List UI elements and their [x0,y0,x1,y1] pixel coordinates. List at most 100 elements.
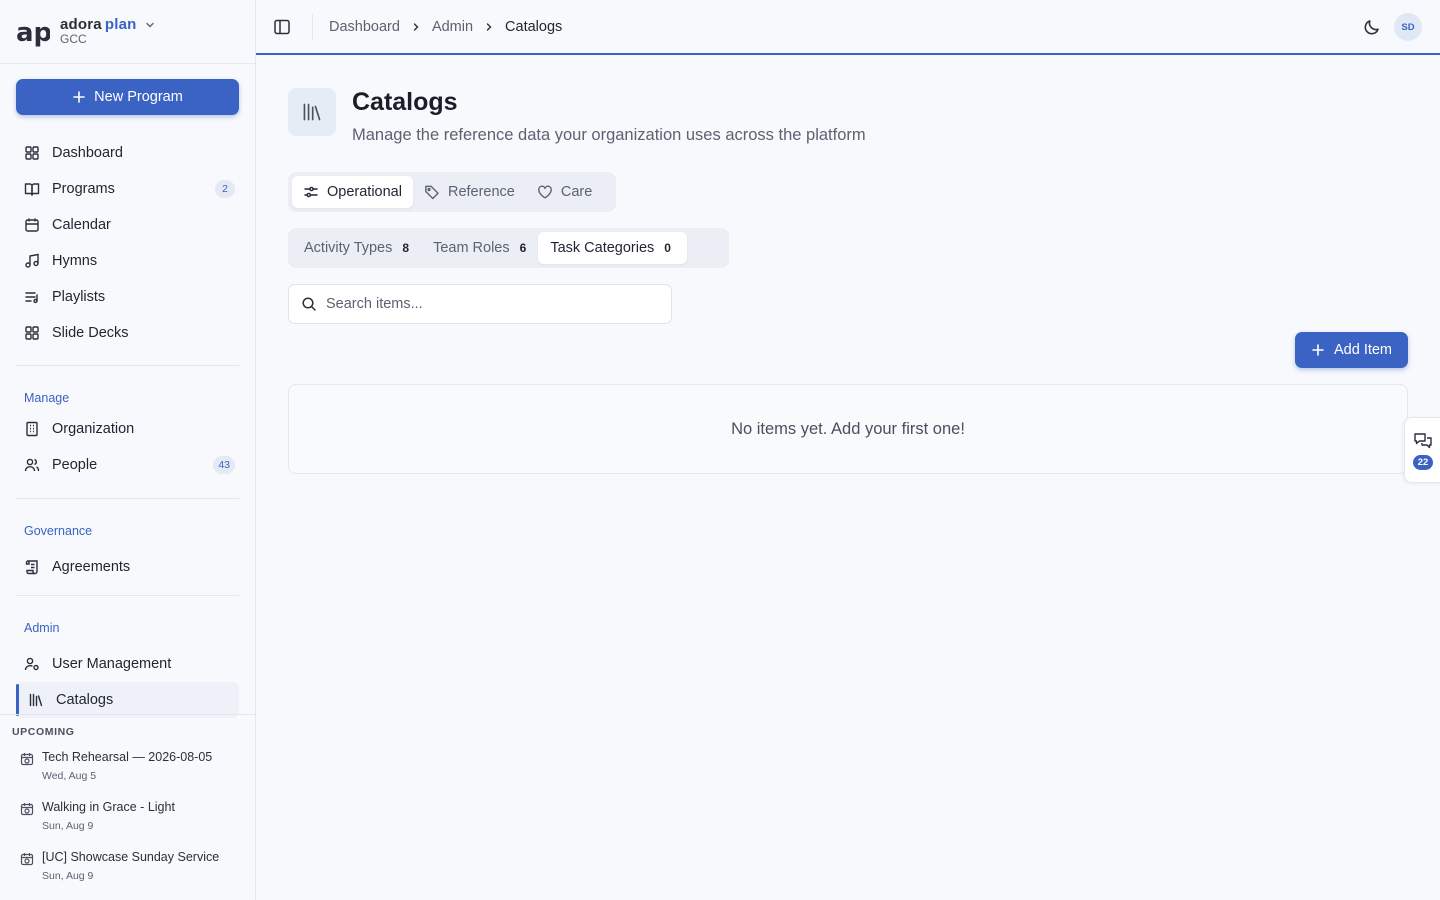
org-name: GCC [60,32,87,47]
tab-activity-types[interactable]: Activity Types 8 [292,232,421,264]
grid-icon [24,145,40,161]
empty-state-message: No items yet. Add your first one! [731,419,965,438]
search-icon [301,296,317,312]
new-program-label: New Program [94,89,183,105]
sidebar-toggle-icon[interactable] [273,18,291,36]
sidebar-item-hymns[interactable]: Hymns [16,243,239,279]
svg-text:ap: ap [16,18,50,48]
moon-icon[interactable] [1362,17,1382,37]
users-icon [24,457,40,473]
messages-icon [1414,433,1432,449]
sidebar-item-programs[interactable]: Programs 2 [16,171,239,207]
count-badge: 2 [215,180,235,198]
tab-task-categories[interactable]: Task Categories 0 [538,232,687,264]
tab-label: Activity Types [304,240,393,256]
empty-state: No items yet. Add your first one! [288,384,1408,474]
upcoming-title: UPCOMING [12,726,75,738]
tag-icon [424,184,440,200]
playlist-icon [24,289,40,305]
breadcrumb-current: Catalogs [505,19,563,35]
tab-team-roles[interactable]: Team Roles 6 [421,232,538,264]
sidebar-item-calendar[interactable]: Calendar [16,207,239,243]
top-bar: Dashboard Admin Catalogs SD [256,0,1440,55]
book-open-icon [24,181,40,197]
upcoming-event-title: [UC] Showcase Sunday Service [42,850,220,864]
sidebar-item-dashboard[interactable]: Dashboard [16,135,239,171]
upcoming-event[interactable]: [UC] Showcase Sunday Service Sun, Aug 9 [20,850,219,882]
plus-icon [73,91,85,103]
sidebar-item-label: Dashboard [52,145,123,161]
sidebar: ap adora plan GCC New Program Dashboard … [0,0,256,900]
tab-operational[interactable]: Operational [292,176,413,208]
sidebar-item-people[interactable]: People 43 [16,447,239,483]
tab-count: 8 [402,241,410,255]
scroll-icon [24,559,40,575]
tab-label: Reference [447,184,515,200]
chevron-down-icon [145,23,154,28]
brand-name: adora [60,16,102,34]
sidebar-item-label: Hymns [52,253,98,269]
upcoming-event-date: Sun, Aug 9 [42,870,94,882]
grid-icon [24,325,40,341]
sidebar-item-label: Calendar [52,217,111,233]
chevron-right-icon [410,21,422,33]
tab-label: Task Categories [550,240,655,256]
section-label-admin: Admin [24,621,60,635]
tab-label: Team Roles [433,240,510,256]
breadcrumb-admin[interactable]: Admin [432,19,473,35]
section-label-governance: Governance [24,524,93,538]
divider [16,595,239,596]
tab-reference[interactable]: Reference [413,176,526,208]
brand-logo: ap [16,16,50,48]
sidebar-item-label: Slide Decks [52,325,129,341]
plus-icon [1312,344,1324,356]
chat-launcher[interactable]: 22 [1404,417,1440,483]
chat-count-badge: 22 [1413,455,1433,470]
sidebar-item-label: People [52,457,98,473]
sidebar-item-label: Catalogs [56,692,114,708]
sidebar-item-label: Organization [52,421,135,437]
upcoming-event-date: Sun, Aug 9 [42,820,94,832]
upcoming-event-title: Walking in Grace - Light [42,800,175,814]
search-box [288,284,672,324]
catalog-tabs: Activity Types 8 Team Roles 6 Task Categ… [288,228,729,268]
calendar-clock-icon [20,852,34,866]
sidebar-item-label: User Management [52,656,172,672]
section-label-manage: Manage [24,391,70,405]
sidebar-item-organization[interactable]: Organization [16,411,239,447]
divider [16,365,239,366]
sidebar-item-slide-decks[interactable]: Slide Decks [16,315,239,351]
sidebar-item-playlists[interactable]: Playlists [16,279,239,315]
sidebar-item-agreements[interactable]: Agreements [16,549,239,585]
calendar-clock-icon [20,752,34,766]
new-program-button[interactable]: New Program [16,79,239,115]
main-nav: Dashboard Programs 2 Calendar Hymns Play… [16,135,239,351]
tab-count: 6 [519,241,527,255]
sliders-icon [303,184,319,200]
sidebar-item-label: Programs [52,181,115,197]
upcoming-event-title: Tech Rehearsal — 2026-08-05 [42,750,213,764]
divider [16,498,239,499]
sidebar-item-label: Playlists [52,289,106,305]
tab-care[interactable]: Care [526,176,603,208]
upcoming-event[interactable]: Tech Rehearsal — 2026-08-05 Wed, Aug 5 [20,750,212,782]
sidebar-item-user-management[interactable]: User Management [16,646,239,682]
music-icon [24,253,40,269]
brand-switcher[interactable]: ap adora plan GCC [0,0,255,64]
page-title: Catalogs [352,88,458,116]
add-item-button[interactable]: Add Item [1295,332,1408,368]
sidebar-item-label: Agreements [52,559,131,575]
chevron-right-icon [483,21,495,33]
breadcrumb-dashboard[interactable]: Dashboard [329,19,400,35]
sidebar-item-catalogs[interactable]: Catalogs [16,682,239,718]
add-item-label: Add Item [1333,342,1393,358]
upcoming-event[interactable]: Walking in Grace - Light Sun, Aug 9 [20,800,175,832]
library-icon [288,88,336,136]
avatar[interactable]: SD [1394,13,1422,41]
search-input[interactable] [326,296,656,312]
category-tabs: Operational Reference Care [288,172,616,212]
user-cog-icon [24,656,40,672]
calendar-clock-icon [20,802,34,816]
manage-nav: Manage Organization People 43 [16,387,239,483]
count-badge: 43 [213,456,235,474]
